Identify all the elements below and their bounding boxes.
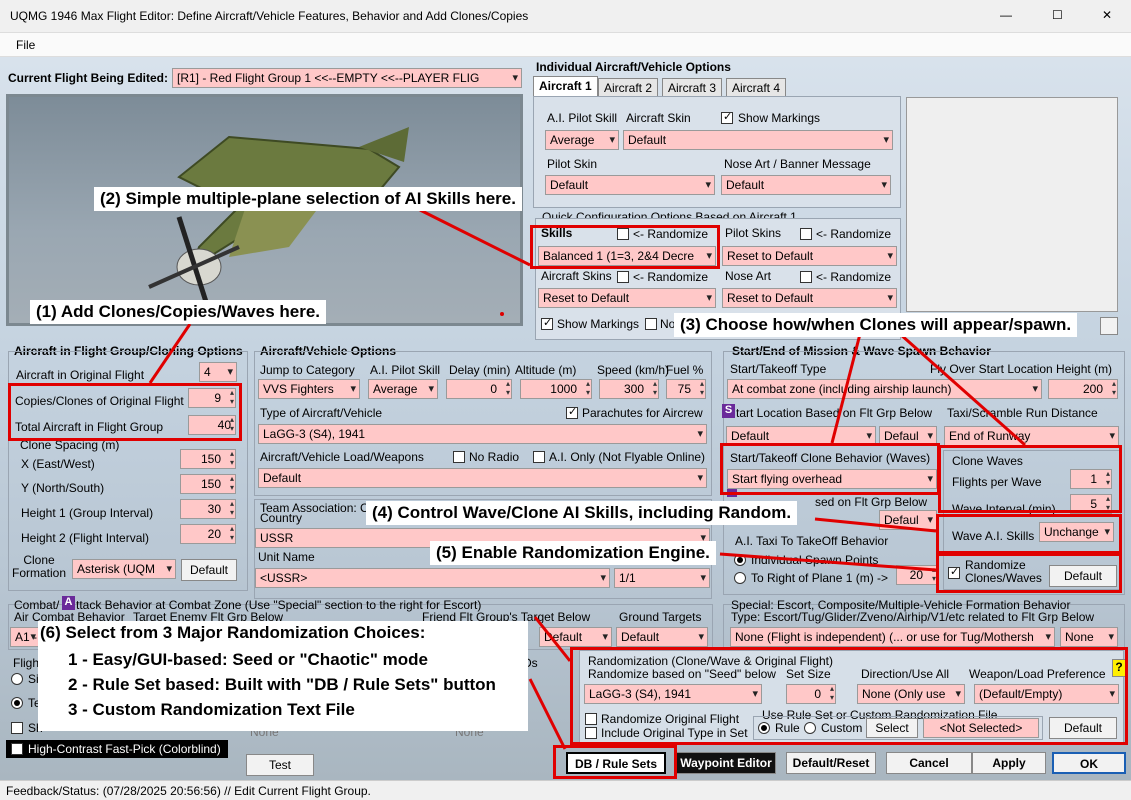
callout-3: (3) Choose how/when Clones will appear/s… [674, 313, 1078, 337]
menu-bar: File [0, 33, 1131, 57]
callout-6: (6) Select from 3 Major Randomization Ch… [38, 621, 528, 731]
callout-6-item-3: 3 - Custom Randomization Text File [68, 700, 355, 719]
callout-4: (4) Control Wave/Clone AI Skills, includ… [366, 501, 798, 525]
callout-6-title: (6) Select from 3 Major Randomization Ch… [40, 623, 426, 642]
menu-file[interactable]: File [16, 38, 35, 52]
maximize-button[interactable]: ☐ [1052, 8, 1063, 22]
title-bar: UQMG 1946 Max Flight Editor: Define Airc… [0, 0, 1131, 33]
callout-5: (5) Enable Randomization Engine. [430, 541, 716, 565]
callout-6-item-1: 1 - Easy/GUI-based: Seed or "Chaotic" mo… [68, 650, 428, 669]
status-text: Feedback/Status: (07/28/2025 20:56:56) /… [6, 784, 371, 798]
callout-2: (2) Simple multiple-plane selection of A… [94, 187, 522, 211]
callout-6-item-2: 2 - Rule Set based: Built with "DB / Rul… [68, 675, 496, 694]
status-bar: Feedback/Status: (07/28/2025 20:56:56) /… [0, 780, 1131, 800]
window-title: UQMG 1946 Max Flight Editor: Define Airc… [10, 9, 529, 23]
close-button[interactable]: ✕ [1102, 8, 1112, 22]
minimize-button[interactable]: — [1000, 8, 1012, 22]
editor-client: Current Flight Being Edited: [R1] - Red … [0, 57, 1131, 780]
callout-1: (1) Add Clones/Copies/Waves here. [30, 300, 327, 324]
